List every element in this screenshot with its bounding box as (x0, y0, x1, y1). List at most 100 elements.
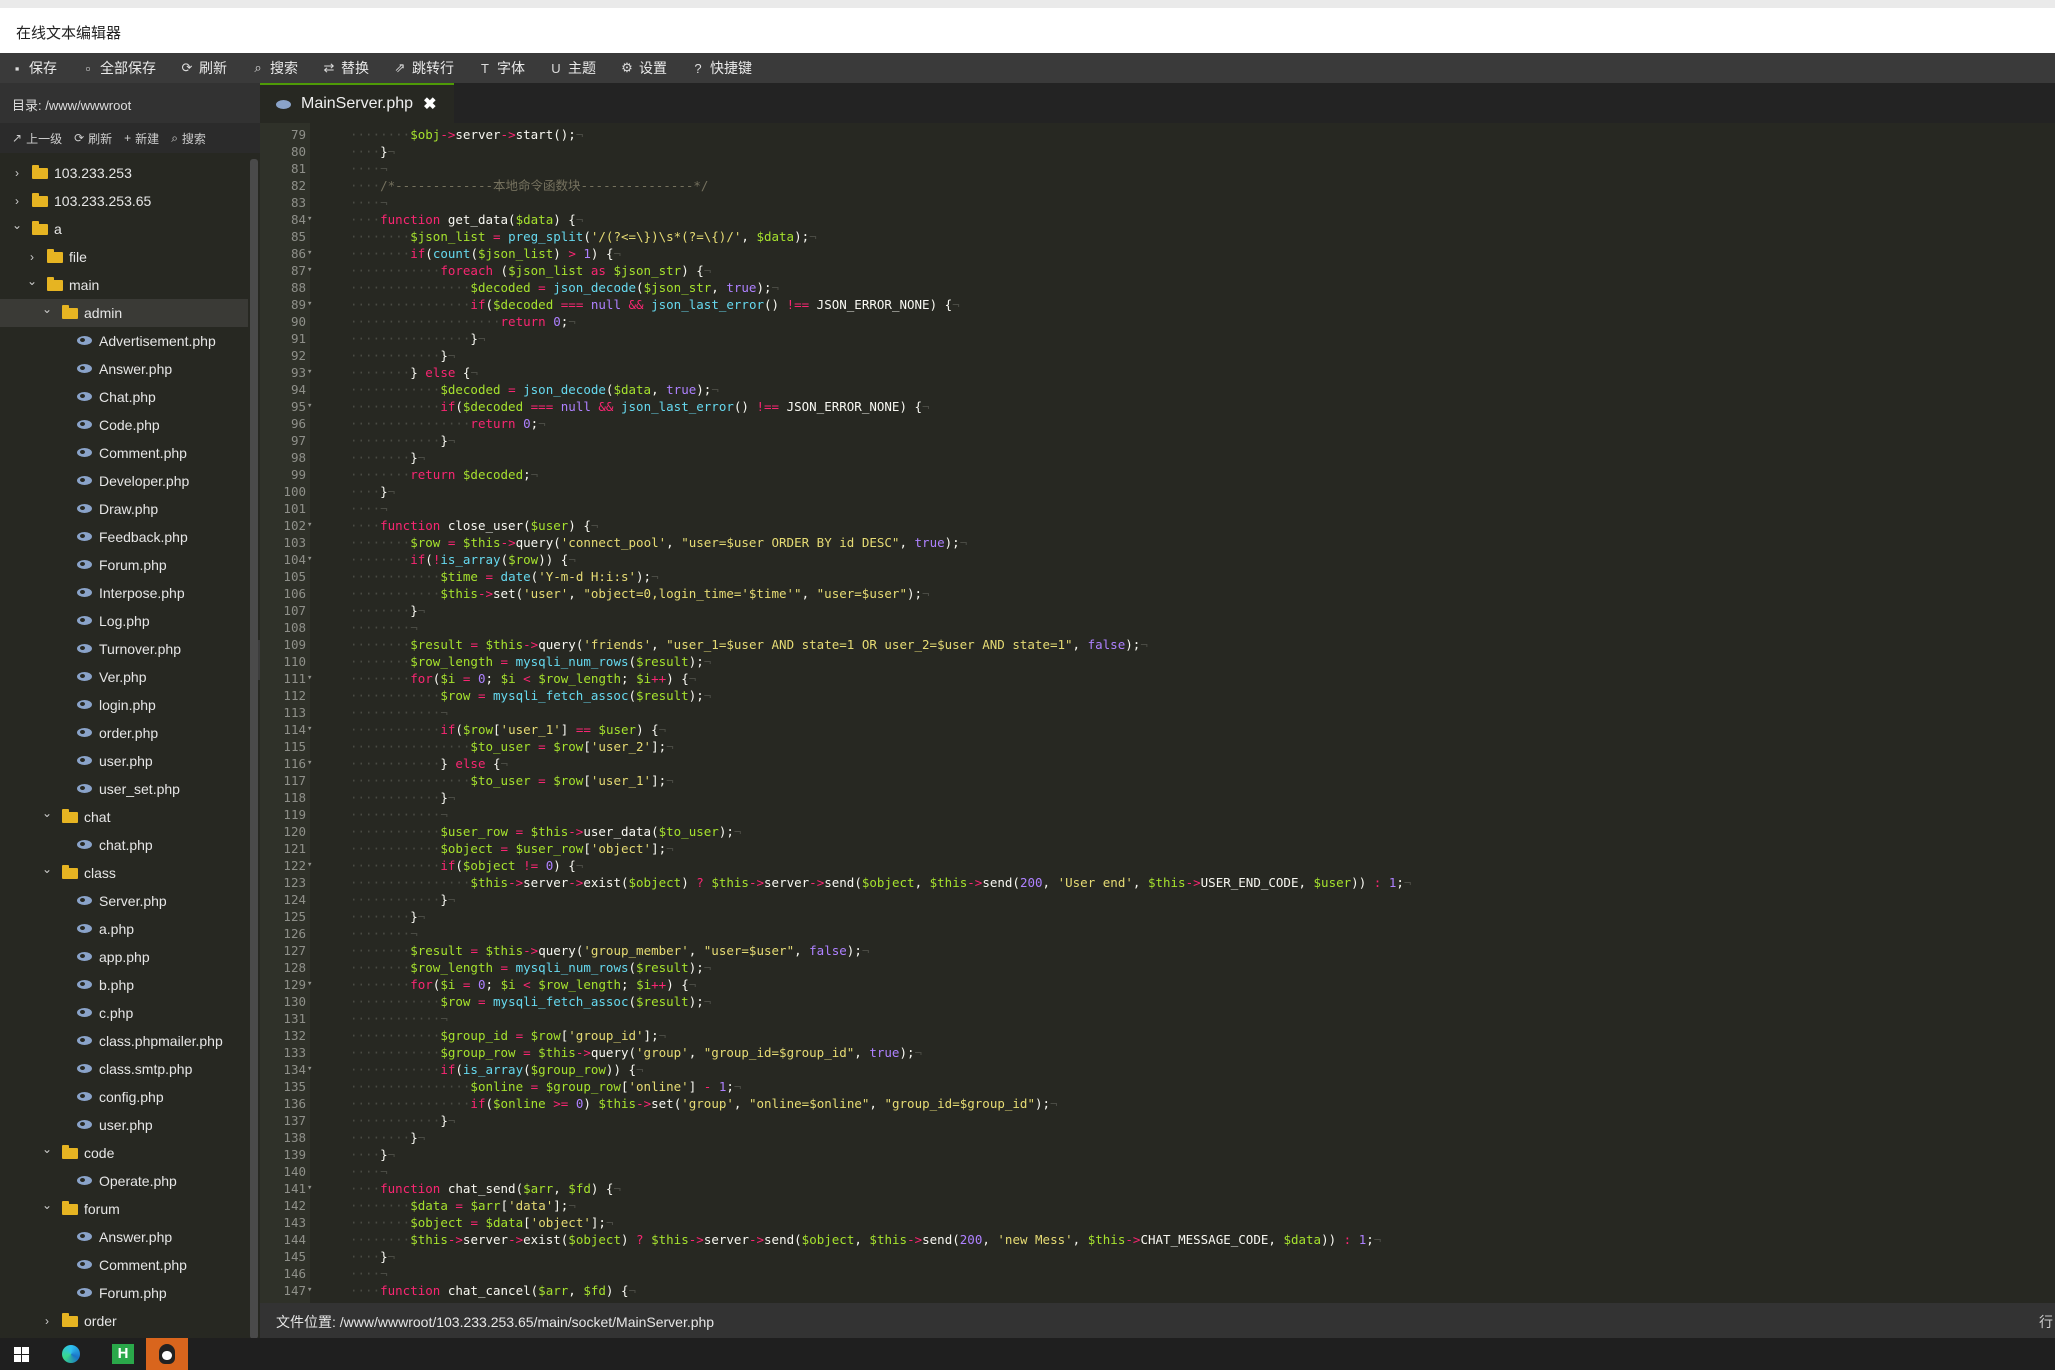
tree-folder[interactable]: ⌄ code (0, 1139, 248, 1167)
fold-arrow-icon[interactable]: ▾ (307, 364, 312, 381)
tree-file[interactable]: chat.php (0, 831, 248, 859)
tree-folder[interactable]: ⌄ chat (0, 803, 248, 831)
fold-arrow-icon[interactable]: ▾ (307, 517, 312, 534)
folder-icon (62, 809, 78, 823)
toolbar-button-replace[interactable]: ⇄ 替换 (312, 53, 383, 83)
tree-file[interactable]: Log.php (0, 607, 248, 635)
tree-file[interactable]: Feedback.php (0, 523, 248, 551)
code-line: 84 ▾ ····function get_data($data) {¬ (260, 211, 2055, 228)
toolbar-button-settings[interactable]: ⚙ 设置 (610, 53, 681, 83)
tree-folder[interactable]: › order (0, 1307, 248, 1335)
chevron-down-icon[interactable]: ⌄ (25, 267, 39, 295)
toolbar-button-save[interactable]: ▪ 保存 (0, 53, 71, 83)
tree-folder[interactable]: › 103.233.253 (0, 159, 248, 187)
tree-file[interactable]: c.php (0, 999, 248, 1027)
tree-item-label: user.php (99, 1117, 153, 1133)
sidebar-scrollbar[interactable] (250, 159, 258, 1339)
code-line: 114 ▾ ············if($row['user_1'] == $us… (260, 721, 2055, 738)
windows-start-icon[interactable] (6, 1338, 46, 1370)
chevron-down-icon[interactable]: ⌄ (40, 855, 54, 883)
sidebar-action-search[interactable]: ⌕ 搜索 (171, 130, 206, 147)
tree-file[interactable]: config.php (0, 1083, 248, 1111)
tree-file[interactable]: b.php (0, 971, 248, 999)
sidebar-action-label: 新建 (135, 131, 160, 146)
tree-file[interactable]: user.php (0, 747, 248, 775)
tree-folder[interactable]: ⌄ class (0, 859, 248, 887)
fold-arrow-icon[interactable]: ▾ (307, 245, 312, 262)
toolbar-button-shortcut[interactable]: ? 快捷键 (681, 53, 766, 83)
tree-file[interactable]: class.smtp.php (0, 1055, 248, 1083)
tree-file[interactable]: Interpose.php (0, 579, 248, 607)
close-tab-icon[interactable]: ✖ (423, 94, 436, 114)
fold-arrow-icon[interactable]: ▾ (307, 857, 312, 874)
tree-folder[interactable]: ⌄ a (0, 215, 248, 243)
qq-icon[interactable] (146, 1338, 188, 1370)
chevron-right-icon[interactable]: › (10, 159, 24, 187)
tree-file[interactable]: Chat.php (0, 383, 248, 411)
toolbar-button-refresh[interactable]: ⟳ 刷新 (170, 53, 241, 83)
tab-mainserver[interactable]: MainServer.php ✖ (260, 83, 455, 123)
chevron-down-icon[interactable]: ⌄ (10, 211, 24, 239)
tree-folder[interactable]: ⌄ forum (0, 1195, 248, 1223)
tree-file[interactable]: Code.php (0, 411, 248, 439)
tree-file[interactable]: user_set.php (0, 775, 248, 803)
tree-folder[interactable]: › 103.233.253.65 (0, 187, 248, 215)
fold-arrow-icon[interactable]: ▾ (307, 721, 312, 738)
code-text: ············$time = date('Y-m-d H:i:s');… (350, 569, 659, 584)
tree-folder[interactable]: ⌄ admin (0, 299, 248, 327)
hbuilder-icon[interactable]: H (104, 1338, 144, 1370)
tree-file[interactable]: class.phpmailer.php (0, 1027, 248, 1055)
chevron-down-icon[interactable]: ⌄ (40, 1135, 54, 1163)
tree-file[interactable]: Comment.php (0, 1251, 248, 1279)
fold-arrow-icon[interactable]: ▾ (307, 262, 312, 279)
tree-file[interactable]: a.php (0, 915, 248, 943)
tree-file[interactable]: user.php (0, 1111, 248, 1139)
tree-file[interactable]: order.php (0, 719, 248, 747)
tree-file[interactable]: Server.php (0, 887, 248, 915)
code-editor[interactable]: 79 ········$obj->server->start();¬ 80 ····}… (260, 123, 2055, 1303)
chevron-down-icon[interactable]: ⌄ (40, 1191, 54, 1219)
edge-browser-icon[interactable] (50, 1338, 90, 1370)
tree-file[interactable]: Operate.php (0, 1167, 248, 1195)
tree-file[interactable]: Advertisement.php (0, 327, 248, 355)
fold-arrow-icon[interactable]: ▾ (307, 398, 312, 415)
toolbar-button-font[interactable]: T 字体 (468, 53, 539, 83)
tree-file[interactable]: Forum.php (0, 551, 248, 579)
code-text: ········$json_list = preg_split('/(?<=\}… (350, 229, 817, 244)
fold-arrow-icon[interactable]: ▾ (307, 211, 312, 228)
php-file-icon (77, 420, 92, 429)
tree-file[interactable]: Turnover.php (0, 635, 248, 663)
toolbar-button-save-all[interactable]: ▫ 全部保存 (71, 53, 170, 83)
sidebar-action-plus[interactable]: + 新建 (124, 130, 159, 147)
tree-file[interactable]: Draw.php (0, 495, 248, 523)
toolbar-button-label: 字体 (497, 60, 525, 76)
fold-arrow-icon[interactable]: ▾ (307, 1061, 312, 1078)
tree-file[interactable]: Developer.php (0, 467, 248, 495)
code-line: 83 ····¬ (260, 194, 2055, 211)
fold-arrow-icon[interactable]: ▾ (307, 755, 312, 772)
fold-arrow-icon[interactable]: ▾ (307, 1282, 312, 1299)
tree-file[interactable]: app.php (0, 943, 248, 971)
fold-arrow-icon[interactable]: ▾ (307, 296, 312, 313)
toolbar-button-search[interactable]: ⌕ 搜索 (241, 53, 312, 83)
tree-file[interactable]: Answer.php (0, 355, 248, 383)
toolbar-button-goto-line[interactable]: ⇗ 跳转行 (383, 53, 468, 83)
toolbar-button-theme[interactable]: U 主题 (539, 53, 610, 83)
chevron-down-icon[interactable]: ⌄ (40, 295, 54, 323)
tree-file[interactable]: Forum.php (0, 1279, 248, 1307)
font-icon: T (481, 60, 489, 76)
php-file-icon (77, 364, 92, 373)
tree-file[interactable]: Answer.php (0, 1223, 248, 1251)
sidebar-action-refresh[interactable]: ⟳ 刷新 (74, 130, 112, 147)
fold-arrow-icon[interactable]: ▾ (307, 670, 312, 687)
tree-file[interactable]: login.php (0, 691, 248, 719)
chevron-right-icon[interactable]: › (40, 1307, 54, 1335)
fold-arrow-icon[interactable]: ▾ (307, 976, 312, 993)
tree-file[interactable]: Comment.php (0, 439, 248, 467)
fold-arrow-icon[interactable]: ▾ (307, 551, 312, 568)
chevron-down-icon[interactable]: ⌄ (40, 799, 54, 827)
sidebar-action-up[interactable]: ↗ 上一级 (12, 130, 62, 147)
fold-arrow-icon[interactable]: ▾ (307, 1180, 312, 1197)
tree-file[interactable]: Ver.php (0, 663, 248, 691)
tree-folder[interactable]: ⌄ main (0, 271, 248, 299)
